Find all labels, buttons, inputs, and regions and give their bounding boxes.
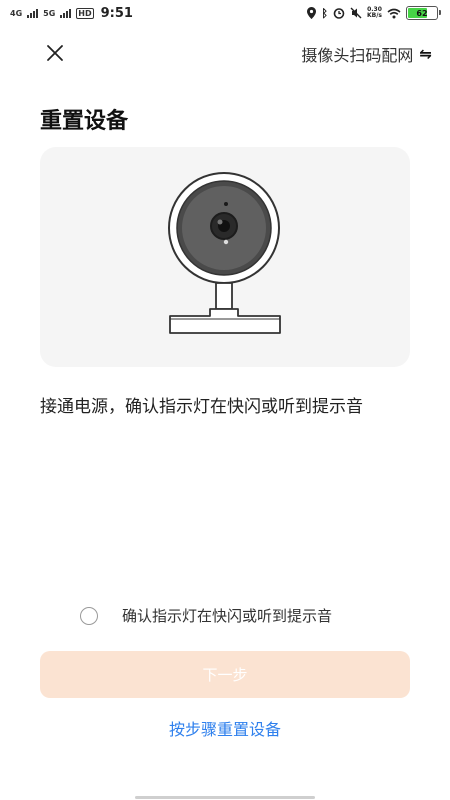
network-speed: 0.30 KB/s xyxy=(367,6,382,19)
camera-illustration xyxy=(168,172,281,334)
alarm-icon xyxy=(333,8,345,19)
page-title: 重置设备 xyxy=(40,109,129,134)
top-bar: 摄像头扫码配网 ⇋ xyxy=(0,36,450,70)
status-right: ᛒ 0.30 KB/s 62 xyxy=(307,6,441,20)
home-indicator xyxy=(135,796,315,799)
close-icon xyxy=(47,45,63,61)
hd-indicator: HD xyxy=(76,8,94,19)
battery-icon: 62 xyxy=(406,6,441,20)
clock: 9:51 xyxy=(100,6,133,21)
wifi-icon xyxy=(387,8,401,18)
switch-arrows-icon: ⇋ xyxy=(419,45,432,63)
mute-icon xyxy=(350,7,362,19)
network-4g-indicator: 4G xyxy=(10,9,23,18)
instruction-text: 接通电源，确认指示灯在快闪或听到提示音 xyxy=(40,397,363,417)
status-bar: 4G 5G HD 9:51 ᛒ 0.30 KB/s 62 xyxy=(0,0,450,28)
next-button[interactable]: 下一步 xyxy=(40,651,410,698)
battery-level: 62 xyxy=(416,8,428,18)
bluetooth-icon: ᛒ xyxy=(321,6,328,20)
status-left: 4G 5G HD 9:51 xyxy=(10,6,133,21)
qr-pairing-switch-link[interactable]: 摄像头扫码配网 ⇋ xyxy=(301,42,432,66)
confirm-radio[interactable] xyxy=(80,606,98,625)
signal-icon xyxy=(60,9,72,18)
close-button[interactable] xyxy=(38,36,72,70)
reset-steps-link[interactable]: 按步骤重置设备 xyxy=(0,716,450,740)
signal-icon xyxy=(27,9,39,18)
location-icon xyxy=(307,7,317,19)
network-5g-indicator: 5G xyxy=(43,9,56,18)
confirm-checkbox-row[interactable]: 确认指示灯在快闪或听到提示音 xyxy=(80,605,332,626)
confirm-label: 确认指示灯在快闪或听到提示音 xyxy=(122,607,333,625)
device-illustration-card xyxy=(40,147,410,367)
qr-pairing-label: 摄像头扫码配网 xyxy=(301,46,414,65)
